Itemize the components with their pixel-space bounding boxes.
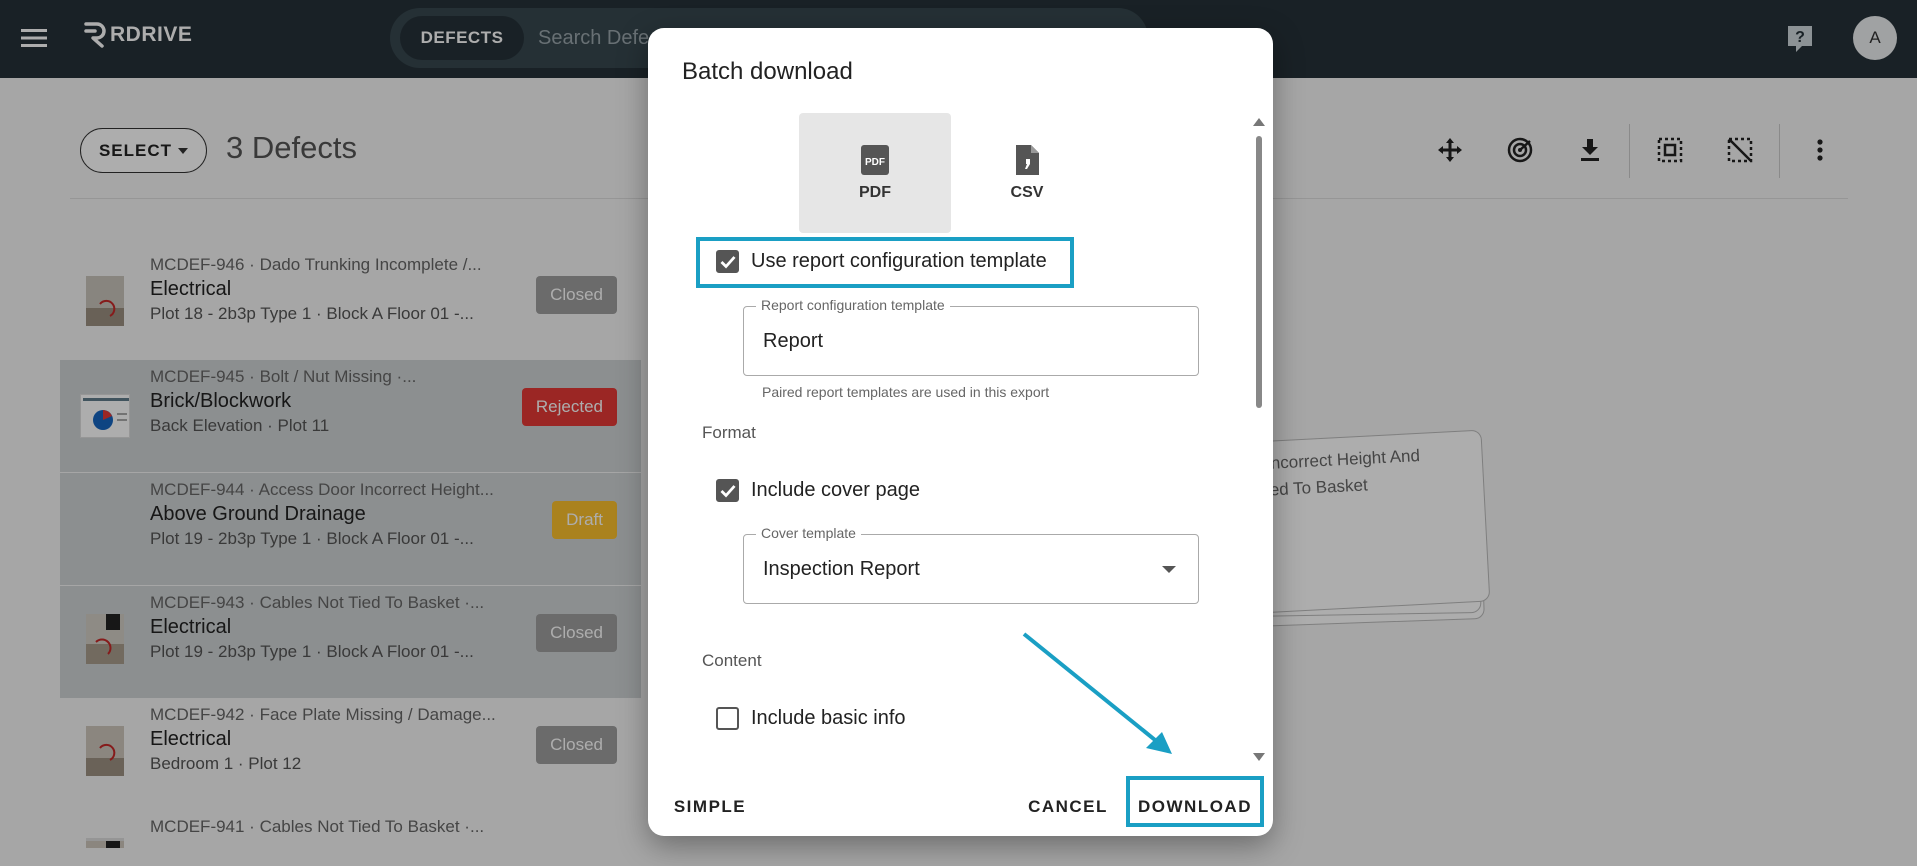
cancel-button[interactable]: CANCEL	[1024, 787, 1112, 827]
report-template-field[interactable]: Report configuration template Report	[743, 297, 1199, 376]
use-template-label: Use report configuration template	[751, 250, 1047, 272]
annotation-arrow-icon	[1022, 632, 1172, 754]
scroll-down-arrow-icon[interactable]	[1253, 753, 1265, 761]
pdf-icon: PDF	[861, 145, 889, 175]
scroll-up-arrow-icon[interactable]	[1253, 118, 1265, 126]
use-template-checkbox[interactable]: Use report configuration template	[716, 250, 1047, 273]
csv-icon	[1016, 145, 1039, 175]
format-pdf-button[interactable]: PDF PDF	[799, 113, 951, 233]
checkbox-checked[interactable]	[716, 479, 739, 502]
cover-template-value: Inspection Report	[763, 558, 920, 580]
basic-info-checkbox[interactable]: Include basic info	[716, 707, 906, 730]
format-csv-label: CSV	[1010, 184, 1044, 201]
dialog-title: Batch download	[682, 58, 853, 85]
format-pdf-label: PDF	[859, 184, 891, 201]
svg-text:PDF: PDF	[865, 157, 885, 168]
report-template-helper: Paired report templates are used in this…	[762, 384, 1050, 400]
scrollbar-thumb[interactable]	[1256, 136, 1262, 408]
download-button[interactable]: DOWNLOAD	[1132, 787, 1258, 827]
format-section-label: Format	[702, 423, 756, 442]
report-template-value: Report	[763, 330, 824, 352]
report-template-label: Report configuration template	[756, 297, 950, 313]
cover-template-label: Cover template	[756, 525, 861, 541]
simple-button[interactable]: SIMPLE	[666, 787, 754, 827]
content-section-label: Content	[702, 651, 762, 670]
checkbox-unchecked[interactable]	[716, 707, 739, 730]
checkbox-checked[interactable]	[716, 250, 739, 273]
dropdown-arrow-icon	[1162, 566, 1176, 573]
format-csv-button[interactable]: CSV	[951, 113, 1103, 233]
cover-page-checkbox[interactable]: Include cover page	[716, 479, 920, 502]
cover-template-select[interactable]: Cover template Inspection Report	[743, 525, 1199, 604]
basic-info-label: Include basic info	[751, 707, 906, 729]
cover-page-label: Include cover page	[751, 479, 921, 501]
